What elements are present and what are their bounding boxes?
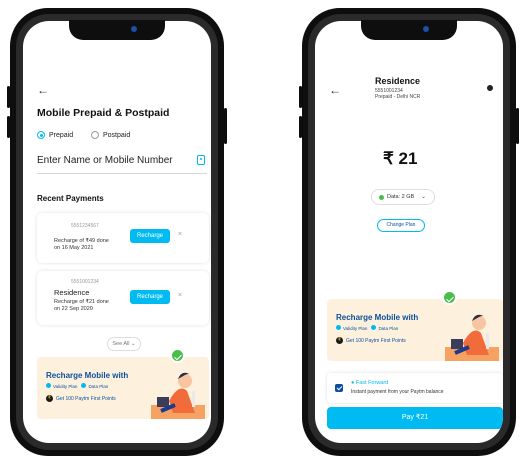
check-dot-icon (81, 383, 87, 388)
fast-forward-title: ● Fast Forward (351, 380, 389, 386)
checkbox-checked-icon[interactable] (335, 384, 343, 392)
check-dot-icon (336, 325, 341, 330)
recharge-amount-screen: ← Residence 5551001234 Prepaid - Delhi NC… (315, 21, 503, 443)
mobile-number-input[interactable]: Enter Name or Mobile Number (37, 155, 173, 166)
recharge-home-screen: ← Mobile Prepaid & Postpaid Prepaid Post… (23, 21, 211, 443)
chevron-down-icon: ⌄ (421, 194, 426, 200)
fast-forward-option[interactable]: ● Fast Forward Instant payment from your… (327, 373, 503, 403)
data-plan-dropdown[interactable]: Data: 2 GB ⌄ (371, 189, 435, 205)
banner-tags: Validity Plan Data Plan (46, 383, 108, 389)
phone-notch (69, 20, 165, 40)
check-badge-icon (442, 290, 457, 305)
page-title: Mobile Prepaid & Postpaid (37, 107, 170, 119)
recharge-amount: ₹ 21 (383, 149, 418, 168)
phone-mockup-left: ← Mobile Prepaid & Postpaid Prepaid Post… (7, 8, 227, 456)
volume-button (7, 116, 10, 138)
payment-number: 5551001234 (71, 279, 99, 285)
input-underline (37, 173, 207, 174)
payment-description: Recharge of ₹21 done on 22 Sep 2020 (54, 299, 109, 313)
recent-payments-heading: Recent Payments (37, 194, 104, 203)
change-plan-button[interactable]: Change Plan (377, 219, 425, 232)
pay-button[interactable]: Pay ₹21 (327, 407, 503, 429)
power-button (516, 108, 519, 144)
phone-notch (361, 20, 457, 40)
back-arrow-icon[interactable]: ← (37, 83, 49, 97)
data-plan-status-icon (379, 194, 384, 200)
radio-prepaid[interactable]: Prepaid (37, 131, 73, 139)
settings-icon[interactable] (487, 85, 493, 91)
recharge-button[interactable]: Recharge (130, 229, 170, 243)
person-relaxing-illustration (445, 314, 499, 361)
power-button (224, 108, 227, 144)
payment-contact-name: Residence (54, 288, 90, 297)
check-badge-icon (170, 348, 185, 363)
contact-details: 5551001234 Prepaid - Delhi NCR (375, 88, 421, 101)
contacts-icon[interactable] (197, 155, 205, 165)
radio-prepaid-label: Prepaid (49, 131, 74, 139)
payment-number: 5551234567 (71, 223, 99, 229)
banner-heading: Recharge Mobile with (336, 313, 419, 322)
radio-unselected-icon (91, 131, 99, 139)
paytm-coin-icon: ₹ (46, 395, 53, 402)
recent-payment-card[interactable]: 5551234567 Recharge of ₹49 done on 16 May… (37, 213, 209, 263)
banner-heading: Recharge Mobile with (46, 371, 129, 380)
back-arrow-icon[interactable]: ← (329, 83, 341, 97)
volume-button (299, 116, 302, 138)
recharge-promo-banner[interactable]: Recharge Mobile with Validity Plan Data … (37, 357, 209, 419)
fast-forward-description: Instant payment from your Paytm balance (351, 389, 444, 395)
contact-name: Residence (375, 76, 421, 86)
recent-payment-card[interactable]: 5551001234 Residence Recharge of ₹21 don… (37, 271, 209, 325)
banner-points: ₹ Get 100 Paytm First Points (46, 395, 116, 402)
dismiss-icon[interactable]: × (178, 231, 182, 238)
payment-description: Recharge of ₹49 done on 16 May 2021 (54, 238, 109, 252)
recharge-promo-banner[interactable]: Recharge Mobile with Validity Plan Data … (327, 299, 503, 361)
camera-icon (131, 26, 137, 32)
dismiss-icon[interactable]: × (178, 292, 182, 299)
check-dot-icon (371, 325, 377, 330)
person-relaxing-illustration (151, 372, 205, 419)
radio-postpaid-label: Postpaid (103, 131, 131, 139)
recharge-button[interactable]: Recharge (130, 290, 170, 304)
banner-tags: Validity Plan Data Plan (336, 325, 398, 331)
radio-postpaid[interactable]: Postpaid (91, 131, 130, 139)
volume-button (7, 86, 10, 108)
radio-selected-icon (37, 131, 45, 139)
check-dot-icon (46, 383, 51, 388)
see-all-button[interactable]: See All ⌄ (107, 337, 141, 351)
phone-mockup-right: ← Residence 5551001234 Prepaid - Delhi NC… (299, 8, 519, 456)
banner-points: ₹ Get 100 Paytm First Points (336, 337, 406, 344)
volume-button (299, 86, 302, 108)
camera-icon (423, 26, 429, 32)
paytm-coin-icon: ₹ (336, 337, 343, 344)
